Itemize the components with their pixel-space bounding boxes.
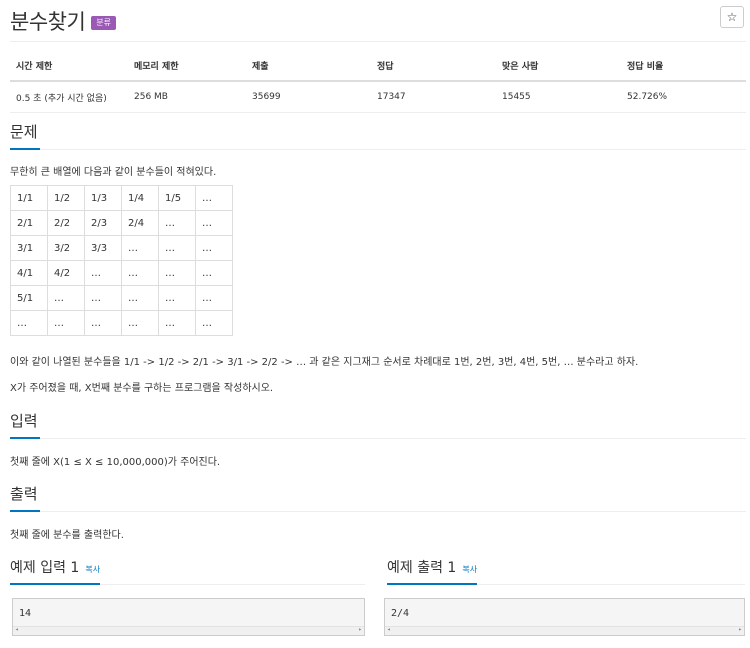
fraction-table-row: 1/1 1/2 1/3 1/4 1/5… bbox=[10, 185, 233, 211]
fraction-cell: … bbox=[47, 310, 85, 336]
fraction-cell: … bbox=[195, 185, 233, 211]
description-task-text: X가 주어졌을 때, X번째 분수를 구하는 프로그램을 작성하시오. bbox=[10, 383, 274, 394]
stats-time-limit: 0.5 초 (추가 시간 없음) bbox=[10, 81, 128, 113]
fraction-cell: … bbox=[195, 235, 233, 261]
sample-output-header: 예제 출력 1 복사 bbox=[387, 557, 745, 585]
fraction-cell: … bbox=[121, 235, 159, 261]
scroll-left-arrow-icon[interactable]: ◂ bbox=[15, 626, 19, 633]
stats-value-row: 0.5 초 (추가 시간 없음) 256 MB 35699 17347 1545… bbox=[10, 81, 746, 113]
fraction-table-row: 3/1 3/2 3/3……… bbox=[10, 235, 233, 261]
description-intro: 무한히 큰 배열에 다음과 같이 분수들이 적혀있다. bbox=[10, 167, 217, 178]
title-area: 분수찾기 분류 bbox=[10, 6, 117, 36]
fraction-cell: 2/1 bbox=[10, 210, 48, 236]
fraction-cell: 1/2 bbox=[47, 185, 85, 211]
stats-ratio: 52.726% bbox=[621, 81, 746, 113]
stats-header-memory-limit: 메모리 제한 bbox=[128, 50, 246, 82]
sample-output-heading: 예제 출력 1 복사 bbox=[387, 557, 478, 585]
sample-input-value: 14 bbox=[19, 608, 32, 619]
fraction-table-row: 2/1 2/2 2/3 2/4…… bbox=[10, 210, 233, 236]
copy-sample-output-button[interactable]: 복사 bbox=[462, 565, 477, 574]
fraction-table-row: ……………… bbox=[10, 310, 233, 336]
fraction-cell: 2/3 bbox=[84, 210, 122, 236]
scroll-right-arrow-icon[interactable]: ▸ bbox=[738, 626, 742, 633]
fraction-cell: 5/1 bbox=[10, 285, 48, 311]
input-title: 입력 bbox=[10, 410, 40, 439]
section-divider bbox=[10, 438, 746, 439]
stats-memory-limit: 256 MB bbox=[128, 81, 246, 113]
fraction-cell: … bbox=[121, 310, 159, 336]
sample-input-title: 예제 입력 1 bbox=[10, 560, 80, 576]
fraction-cell: … bbox=[158, 210, 196, 236]
stats-header-row: 시간 제한 메모리 제한 제출 정답 맞은 사람 정답 비율 bbox=[10, 50, 746, 82]
fraction-cell: 3/1 bbox=[10, 235, 48, 261]
stats-header-accepted: 정답 bbox=[371, 50, 496, 82]
output-section-header: 출력 bbox=[10, 483, 746, 512]
fraction-cell: 2/2 bbox=[47, 210, 85, 236]
favorite-star-button[interactable]: ☆ bbox=[720, 6, 744, 28]
fraction-cell: … bbox=[195, 260, 233, 286]
sample-input-heading: 예제 입력 1 복사 bbox=[10, 557, 101, 585]
stats-solvers: 15455 bbox=[496, 81, 621, 113]
fraction-cell: 1/3 bbox=[84, 185, 122, 211]
description-zigzag-text: 이와 같이 나열된 분수들을 1/1 -> 1/2 -> 2/1 -> 3/1 … bbox=[10, 357, 639, 368]
fraction-cell: 3/2 bbox=[47, 235, 85, 261]
stats-accepted: 17347 bbox=[371, 81, 496, 113]
fraction-cell: … bbox=[121, 260, 159, 286]
fraction-cell: … bbox=[84, 285, 122, 311]
horizontal-scrollbar[interactable]: ◂ ▸ bbox=[385, 626, 744, 635]
sample-output-value: 2/4 bbox=[391, 608, 410, 619]
star-icon: ☆ bbox=[726, 10, 738, 24]
stats-header-ratio: 정답 비율 bbox=[621, 50, 746, 82]
fraction-cell: … bbox=[10, 310, 48, 336]
sample-input-header: 예제 입력 1 복사 bbox=[10, 557, 365, 585]
fraction-cell: 1/1 bbox=[10, 185, 48, 211]
description-section-header: 문제 bbox=[10, 121, 746, 150]
copy-sample-input-button[interactable]: 복사 bbox=[85, 565, 100, 574]
fraction-cell: … bbox=[195, 285, 233, 311]
page-title: 분수찾기 bbox=[10, 10, 86, 34]
fraction-table-row: 4/1 4/2………… bbox=[10, 260, 233, 286]
sample-output-box[interactable]: 2/4 ◂ ▸ bbox=[384, 598, 745, 636]
fraction-cell: … bbox=[84, 260, 122, 286]
fraction-cell: 4/2 bbox=[47, 260, 85, 286]
horizontal-scrollbar[interactable]: ◂ ▸ bbox=[13, 626, 364, 635]
fraction-cell: 2/4 bbox=[121, 210, 159, 236]
description-title: 문제 bbox=[10, 121, 40, 150]
stats-header-time-limit: 시간 제한 bbox=[10, 50, 128, 82]
scroll-left-arrow-icon[interactable]: ◂ bbox=[387, 626, 391, 633]
scroll-right-arrow-icon[interactable]: ▸ bbox=[358, 626, 362, 633]
problem-stats-table: 시간 제한 메모리 제한 제출 정답 맞은 사람 정답 비율 0.5 초 (추가… bbox=[10, 50, 746, 113]
fraction-cell: … bbox=[195, 310, 233, 336]
stats-submissions: 35699 bbox=[246, 81, 371, 113]
input-section-header: 입력 bbox=[10, 410, 746, 439]
output-title: 출력 bbox=[10, 483, 40, 512]
fraction-table: 1/1 1/2 1/3 1/4 1/5… 2/1 2/2 2/3 2/4…… 3/1 3/2 3/3…… bbox=[10, 185, 233, 336]
fraction-cell: 1/4 bbox=[121, 185, 159, 211]
fraction-table-row: 5/1…………… bbox=[10, 285, 233, 311]
category-badge[interactable]: 분류 bbox=[91, 16, 117, 30]
input-description: 첫째 줄에 X(1 ≤ X ≤ 10,000,000)가 주어진다. bbox=[10, 457, 221, 468]
stats-header-submissions: 제출 bbox=[246, 50, 371, 82]
sample-output-title: 예제 출력 1 bbox=[387, 560, 457, 576]
stats-header-solvers: 맞은 사람 bbox=[496, 50, 621, 82]
fraction-cell: … bbox=[158, 235, 196, 261]
fraction-cell: … bbox=[158, 310, 196, 336]
fraction-cell: … bbox=[47, 285, 85, 311]
section-divider bbox=[10, 511, 746, 512]
fraction-cell: 4/1 bbox=[10, 260, 48, 286]
fraction-cell: … bbox=[84, 310, 122, 336]
fraction-cell: … bbox=[158, 285, 196, 311]
fraction-cell: … bbox=[158, 260, 196, 286]
fraction-cell: 3/3 bbox=[84, 235, 122, 261]
section-divider bbox=[10, 149, 746, 150]
fraction-cell: … bbox=[121, 285, 159, 311]
fraction-cell: 1/5 bbox=[158, 185, 196, 211]
fraction-cell: … bbox=[195, 210, 233, 236]
output-description: 첫째 줄에 분수를 출력한다. bbox=[10, 530, 124, 541]
title-divider bbox=[10, 41, 746, 42]
sample-input-box[interactable]: 14 ◂ ▸ bbox=[12, 598, 365, 636]
